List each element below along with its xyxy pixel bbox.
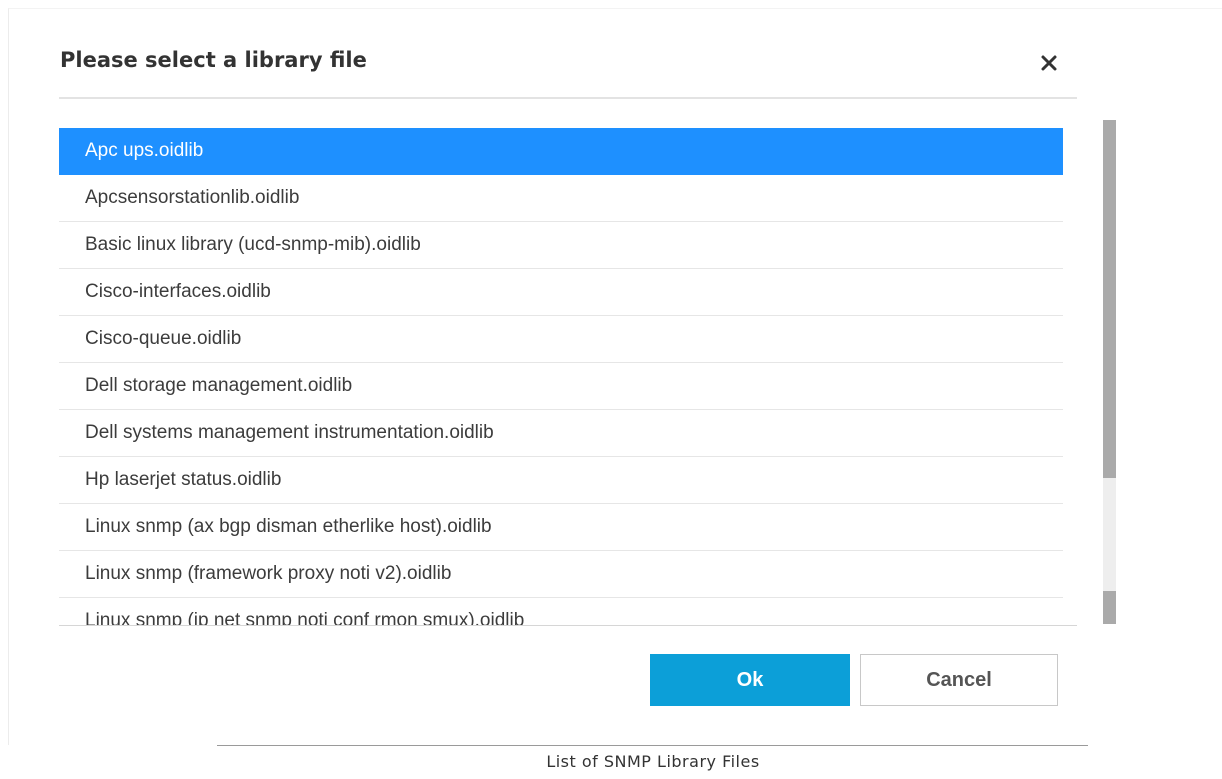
- figure-caption: List of SNMP Library Files: [546, 752, 760, 771]
- list-item[interactable]: Dell systems management instrumentation.…: [59, 410, 1063, 457]
- list-item[interactable]: Hp laserjet status.oidlib: [59, 457, 1063, 504]
- list-item[interactable]: Apcsensorstationlib.oidlib: [59, 175, 1063, 222]
- library-file-list[interactable]: Apc ups.oidlib Apcsensorstationlib.oidlib…: [59, 128, 1063, 625]
- close-button[interactable]: [1036, 50, 1062, 76]
- list-item[interactable]: Linux snmp (ax bgp disman etherlike host…: [59, 504, 1063, 551]
- list-item[interactable]: Basic linux library (ucd-snmp-mib).oidli…: [59, 222, 1063, 269]
- cancel-button[interactable]: Cancel: [860, 654, 1058, 706]
- list-item[interactable]: Dell storage management.oidlib: [59, 363, 1063, 410]
- caption-divider: [217, 745, 1088, 746]
- scrollbar-thumb[interactable]: [1103, 120, 1116, 478]
- list-item[interactable]: Cisco-queue.oidlib: [59, 316, 1063, 363]
- title-divider: [59, 97, 1077, 99]
- list-item[interactable]: Linux snmp (framework proxy noti v2).oid…: [59, 551, 1063, 598]
- scrollbar-end: [1103, 591, 1116, 624]
- list-item[interactable]: Apc ups.oidlib: [59, 128, 1063, 175]
- close-icon: [1041, 55, 1057, 71]
- dialog-title: Please select a library file: [60, 48, 367, 72]
- ok-button[interactable]: Ok: [650, 654, 850, 706]
- list-item[interactable]: Cisco-interfaces.oidlib: [59, 269, 1063, 316]
- list-item[interactable]: Linux snmp (ip net snmp noti conf rmon s…: [59, 598, 1063, 625]
- list-divider: [59, 625, 1077, 626]
- scrollbar-track[interactable]: [1103, 120, 1116, 624]
